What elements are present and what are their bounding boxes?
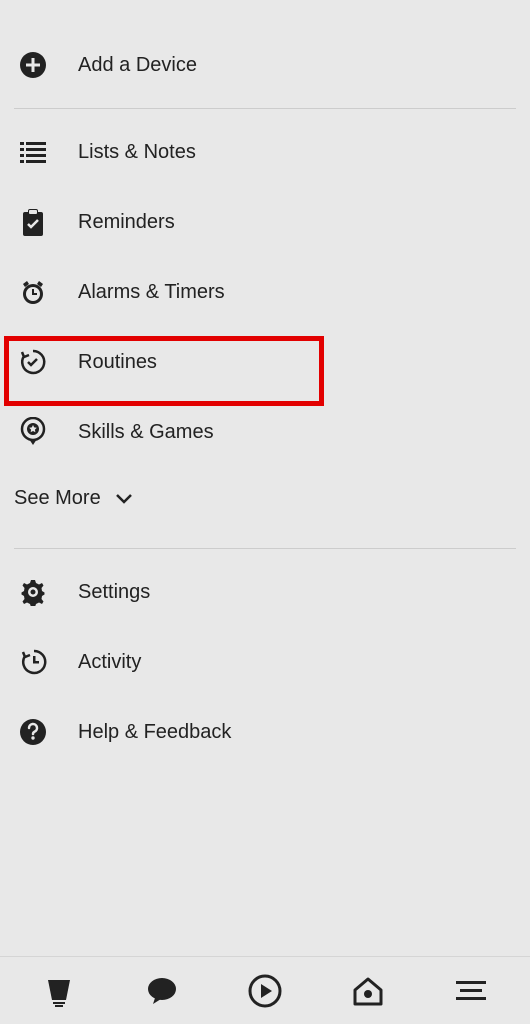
plus-circle-icon bbox=[18, 50, 48, 80]
gear-icon bbox=[18, 577, 48, 607]
menu-label: Alarms & Timers bbox=[78, 281, 225, 304]
list-icon bbox=[18, 137, 48, 167]
nav-more[interactable] bbox=[449, 969, 493, 1013]
nav-play[interactable] bbox=[243, 969, 287, 1013]
devices-icon bbox=[351, 974, 385, 1008]
bottom-nav bbox=[0, 956, 530, 1024]
menu-item-activity[interactable]: Activity bbox=[0, 627, 530, 697]
see-more-button[interactable]: See More bbox=[0, 467, 530, 540]
menu-label: Routines bbox=[78, 351, 157, 374]
menu-content: Add a Device Lists & Notes bbox=[0, 0, 530, 767]
menu-item-settings[interactable]: Settings bbox=[0, 557, 530, 627]
nav-devices[interactable] bbox=[346, 969, 390, 1013]
star-pin-icon bbox=[18, 417, 48, 447]
menu-item-reminders[interactable]: Reminders bbox=[0, 187, 530, 257]
menu-label: Settings bbox=[78, 581, 150, 604]
divider bbox=[14, 108, 516, 109]
routine-icon bbox=[18, 347, 48, 377]
menu-item-lists-notes[interactable]: Lists & Notes bbox=[0, 117, 530, 187]
menu-item-help-feedback[interactable]: Help & Feedback bbox=[0, 697, 530, 767]
nav-chat[interactable] bbox=[140, 969, 184, 1013]
help-icon bbox=[18, 717, 48, 747]
more-icon bbox=[454, 977, 488, 1005]
clipboard-check-icon bbox=[18, 207, 48, 237]
menu-label: Add a Device bbox=[78, 54, 197, 77]
chevron-down-icon bbox=[115, 493, 133, 505]
divider bbox=[14, 548, 516, 549]
menu-label: Skills & Games bbox=[78, 421, 214, 444]
see-more-label: See More bbox=[14, 487, 101, 510]
menu-item-routines[interactable]: Routines bbox=[0, 327, 530, 397]
menu-label: Activity bbox=[78, 651, 141, 674]
alarm-icon bbox=[18, 277, 48, 307]
menu-label: Reminders bbox=[78, 211, 175, 234]
menu-label: Lists & Notes bbox=[78, 141, 196, 164]
menu-item-alarms-timers[interactable]: Alarms & Timers bbox=[0, 257, 530, 327]
menu-label: Help & Feedback bbox=[78, 721, 231, 744]
history-icon bbox=[18, 647, 48, 677]
home-icon bbox=[42, 974, 76, 1008]
nav-home[interactable] bbox=[37, 969, 81, 1013]
menu-item-add-device[interactable]: Add a Device bbox=[0, 30, 530, 100]
play-icon bbox=[248, 974, 282, 1008]
chat-icon bbox=[145, 974, 179, 1008]
menu-item-skills-games[interactable]: Skills & Games bbox=[0, 397, 530, 467]
